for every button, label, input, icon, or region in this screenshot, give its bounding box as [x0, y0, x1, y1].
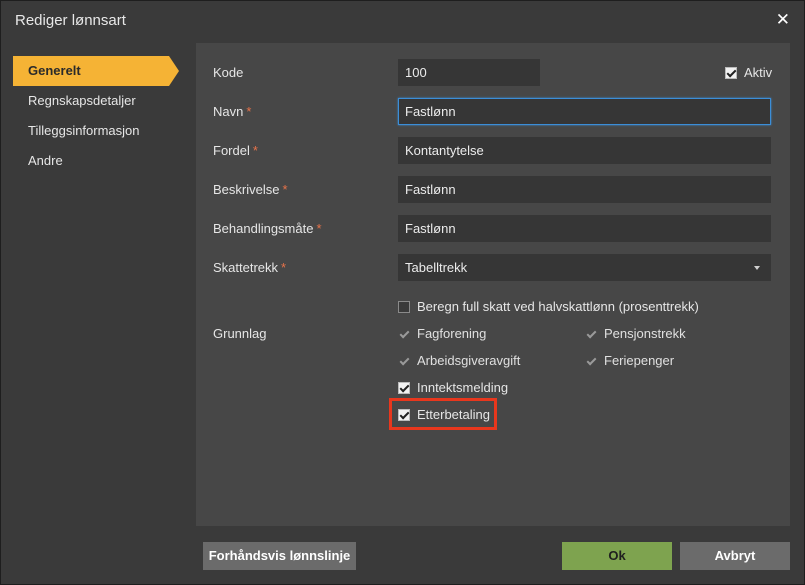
skattetrekk-label-text: Skattetrekk [213, 260, 279, 275]
fordel-label-text: Fordel [213, 143, 250, 158]
sidebar-item-regnskapsdetaljer[interactable]: Regnskapsdetaljer [13, 86, 183, 116]
arbeidsgiveravgift-checkbox[interactable]: Arbeidsgiveravgift [398, 353, 520, 368]
close-icon[interactable]: ✕ [776, 10, 790, 30]
inntektsmelding-check-icon [398, 381, 410, 394]
full-skatt-checkbox[interactable]: Beregn full skatt ved halvskattlønn (pro… [398, 299, 699, 314]
aktiv-check-icon [725, 66, 737, 79]
required-marker: * [246, 104, 252, 119]
pensjonstrekk-label: Pensjonstrekk [604, 326, 686, 341]
skattetrekk-value: Tabelltrekk [405, 260, 468, 275]
behandlingsmate-label: Behandlingsmåte * [213, 221, 322, 236]
required-marker: * [316, 221, 322, 236]
edit-pay-type-dialog: Rediger lønnsart ✕ Generelt Regnskapsdet… [0, 0, 805, 585]
inntektsmelding-label: Inntektsmelding [417, 380, 509, 395]
chevron-down-icon [754, 266, 760, 270]
beskrivelse-field[interactable]: Fastlønn [398, 176, 771, 203]
cancel-button[interactable]: Avbryt [680, 542, 790, 570]
etterbetaling-highlight-box [389, 398, 497, 430]
sidebar: Generelt Regnskapsdetaljer Tilleggsinfor… [13, 56, 183, 176]
full-skatt-check-icon [398, 300, 410, 313]
form-panel: Kode 100 Aktiv Navn * Fastlønn Fordel * Ko… [196, 43, 790, 526]
dialog-titlebar: Rediger lønnsart ✕ [1, 1, 804, 41]
required-marker: * [282, 182, 288, 197]
preview-payline-button[interactable]: Forhåndsvis lønnslinje [203, 542, 356, 570]
grunnlag-label: Grunnlag [213, 326, 267, 341]
sidebar-item-generelt[interactable]: Generelt [13, 56, 179, 86]
required-marker: * [281, 260, 287, 275]
pensjonstrekk-checkbox[interactable]: Pensjonstrekk [585, 326, 686, 341]
fagforening-checkbox[interactable]: Fagforening [398, 326, 486, 341]
full-skatt-label: Beregn full skatt ved halvskattlønn (pro… [417, 299, 699, 314]
fordel-field[interactable]: Kontantytelse [398, 137, 771, 164]
skattetrekk-label: Skattetrekk * [213, 260, 286, 275]
feriepenger-label: Feriepenger [604, 353, 675, 368]
arbeidsgiveravgift-label: Arbeidsgiveravgift [417, 353, 521, 368]
sidebar-item-tilleggsinformasjon[interactable]: Tilleggsinformasjon [13, 116, 183, 146]
inntektsmelding-checkbox[interactable]: Inntektsmelding [398, 380, 508, 395]
kode-field[interactable]: 100 [398, 59, 540, 86]
behandlingsmate-field[interactable]: Fastlønn [398, 215, 771, 242]
required-marker: * [252, 143, 258, 158]
fagforening-label: Fagforening [417, 326, 487, 341]
fagforening-check-icon [398, 327, 410, 340]
beskrivelse-label: Beskrivelse * [213, 182, 288, 197]
dialog-title: Rediger lønnsart [15, 12, 126, 29]
sidebar-item-andre[interactable]: Andre [13, 146, 183, 176]
feriepenger-check-icon [585, 354, 597, 367]
ok-button[interactable]: Ok [562, 542, 672, 570]
navn-label: Navn * [213, 104, 251, 119]
feriepenger-checkbox[interactable]: Feriepenger [585, 353, 674, 368]
aktiv-label: Aktiv [744, 65, 773, 80]
navn-field[interactable]: Fastlønn [398, 98, 771, 125]
fordel-label: Fordel * [213, 143, 258, 158]
behandlingsmate-label-text: Behandlingsmåte [213, 221, 314, 236]
skattetrekk-select[interactable]: Tabelltrekk [398, 254, 771, 281]
pensjonstrekk-check-icon [585, 327, 597, 340]
navn-label-text: Navn [213, 104, 244, 119]
kode-label: Kode [213, 65, 244, 80]
aktiv-checkbox[interactable]: Aktiv [725, 65, 772, 80]
arbeidsgiveravgift-check-icon [398, 354, 410, 367]
beskrivelse-label-text: Beskrivelse [213, 182, 280, 197]
